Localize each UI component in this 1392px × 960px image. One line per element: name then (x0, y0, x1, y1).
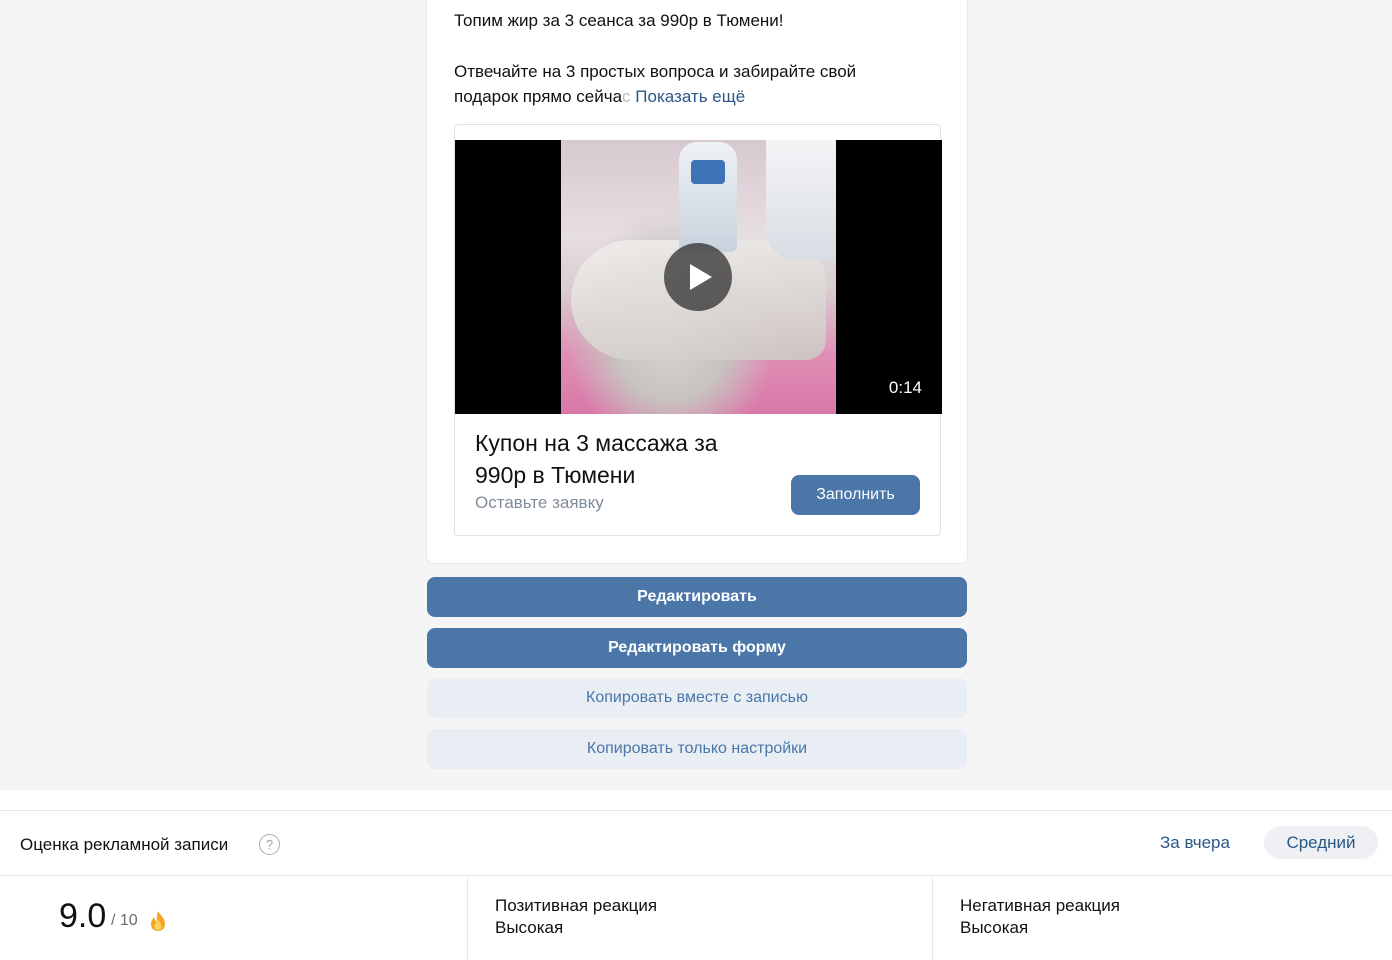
edit-button[interactable]: Редактировать (427, 577, 967, 617)
negative-reaction-value: Высокая (960, 918, 1029, 937)
negative-reaction-label: Негативная реакция (960, 896, 1120, 915)
score-max: / 10 (111, 912, 138, 929)
divider (467, 876, 468, 960)
ad-rating-panel: Оценка рекламной записи ? За вчера Средн… (0, 790, 1392, 960)
copy-with-post-button[interactable]: Копировать вместе с записью (427, 678, 967, 718)
post-text-faded: с (622, 87, 631, 106)
snippet-subtitle: Оставьте заявку (475, 493, 604, 512)
post-text-line-3: подарок прямо сейчас Показать ещё (454, 84, 924, 109)
positive-reaction-label: Позитивная реакция (495, 896, 658, 915)
post-text-line-3-start: подарок прямо сейча (454, 87, 623, 106)
divider (0, 810, 1392, 811)
edit-form-button[interactable]: Редактировать форму (427, 628, 967, 668)
divider (0, 875, 1392, 876)
show-more-link[interactable]: Показать ещё (635, 87, 745, 106)
rating-title: Оценка рекламной записи (20, 835, 229, 854)
video-duration: 0:14 (888, 378, 922, 397)
period-average-chip[interactable]: Средний (1264, 826, 1378, 859)
post-text-line-2: Отвечайте на 3 простых вопроса и забирай… (454, 62, 857, 81)
fill-button[interactable]: Заполнить (791, 475, 920, 515)
snippet-title[interactable]: Купон на 3 массажа за 990р в Тюмени (475, 427, 775, 491)
fire-icon (151, 911, 165, 931)
positive-reaction-value: Высокая (495, 918, 564, 937)
play-icon[interactable] (664, 243, 732, 311)
copy-settings-button[interactable]: Копировать только настройки (427, 729, 967, 769)
divider (932, 876, 933, 960)
help-icon[interactable]: ? (259, 834, 280, 855)
period-yesterday-link[interactable]: За вчера (1160, 833, 1230, 853)
post-text: Топим жир за 3 сеанса за 990р в Тюмени! … (454, 8, 924, 109)
score-value: 9.0 (59, 897, 107, 935)
video-snippet: 0:14 Купон на 3 массажа за 990р в Тюмени… (454, 124, 942, 536)
video-player[interactable]: 0:14 (455, 140, 942, 414)
post-text-line-1: Топим жир за 3 сеанса за 990р в Тюмени! (454, 11, 784, 30)
